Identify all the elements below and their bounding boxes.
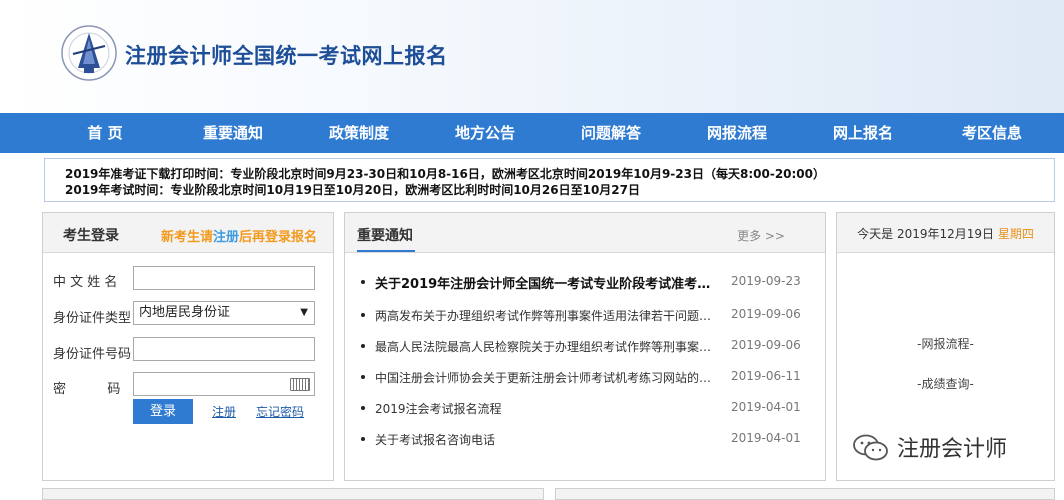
news-title-link[interactable]: 2019注会考试报名流程 <box>375 400 720 417</box>
password-label: 密 码 <box>53 382 121 397</box>
keyboard-icon[interactable] <box>290 378 310 391</box>
nav-item-policy[interactable]: 政策制度 <box>304 113 414 153</box>
notices-title: 重要通知 <box>357 228 413 244</box>
site-title: 注册会计师全国统一考试网上报名 <box>125 44 448 68</box>
password-input[interactable] <box>133 372 315 396</box>
bullet-icon <box>361 437 365 441</box>
login-panel: 考生登录 新考生请注册后再登录报名 中 文 姓 名 身份证件类型 内地居民身份证… <box>42 212 334 481</box>
news-date: 2019-09-23 <box>731 274 801 288</box>
news-title-link[interactable]: 最高人民法院最高人民检察院关于办理组织考试作弊等刑事案件适用法律若干问题的解释 <box>375 338 720 355</box>
nav-item-local-announcements[interactable]: 地方公告 <box>430 113 540 153</box>
login-hint-suffix: 后再登录报名 <box>239 230 318 245</box>
id-type-select[interactable]: 内地居民身份证 ▼ <box>133 301 315 325</box>
nav-item-online-registration[interactable]: 网上报名 <box>808 113 918 153</box>
notices-panel-header: 重要通知 更多 >> <box>345 213 825 253</box>
bullet-icon <box>361 375 365 379</box>
list-item: 最高人民法院最高人民检察院关于办理组织考试作弊等刑事案件适用法律若干问题的解释 … <box>359 336 809 356</box>
nav-item-home[interactable]: 首 页 <box>50 113 160 153</box>
wechat-icon <box>853 434 888 461</box>
page-header: 注册会计师全国统一考试网上报名 <box>0 0 1064 113</box>
name-label: 中 文 姓 名 <box>53 275 118 290</box>
bullet-icon <box>361 406 365 410</box>
bottom-panel-left <box>42 488 544 500</box>
login-hint: 新考生请注册后再登录报名 <box>161 226 317 245</box>
nav-item-faq[interactable]: 问题解答 <box>556 113 666 153</box>
news-date: 2019-06-11 <box>731 369 801 383</box>
side-link-registration-process[interactable]: -网报流程- <box>837 335 1054 352</box>
login-title: 考生登录 <box>63 228 119 244</box>
list-item: 关于考试报名咨询电话 2019-04-01 <box>359 429 809 449</box>
news-date: 2019-04-01 <box>731 431 801 445</box>
news-date: 2019-04-01 <box>731 400 801 414</box>
today-date: 今天是 2019年12月19日 星期四 <box>837 225 1054 242</box>
today-weekday: 星期四 <box>997 227 1034 241</box>
news-title-link[interactable]: 两高发布关于办理组织考试作弊等刑事案件适用法律若干问题的解释 <box>375 307 720 324</box>
list-item: 关于2019年注册会计师全国统一考试专业阶段考试准考证下载打印等事项的公告 20… <box>359 272 809 292</box>
login-hint-register-link[interactable]: 注册 <box>213 230 239 245</box>
watermark-text: 注册会计师 <box>897 437 1008 462</box>
cicpa-emblem-logo <box>60 24 118 82</box>
notice-line-admission: 2019年准考证下载打印时间：专业阶段北京时间9月23-30日和10月8-16日… <box>65 167 826 181</box>
login-button[interactable]: 登录 <box>133 399 193 424</box>
bottom-panel-right <box>555 488 1055 500</box>
news-date: 2019-09-06 <box>731 338 801 352</box>
dropdown-arrow-icon: ▼ <box>300 307 308 318</box>
bullet-icon <box>361 280 365 284</box>
notices-title-underline <box>357 250 415 252</box>
forgot-password-link[interactable]: 忘记密码 <box>256 403 304 420</box>
bullet-icon <box>361 313 365 317</box>
list-item: 2019注会考试报名流程 2019-04-01 <box>359 398 809 418</box>
news-title-link[interactable]: 中国注册会计师协会关于更新注册会计师考试机考练习网站的公告 <box>375 369 720 386</box>
notice-line-exam-time: 2019年考试时间：专业阶段北京时间10月19日至10月20日，欧洲考区比利时时… <box>65 183 640 197</box>
id-number-input[interactable] <box>133 337 315 361</box>
nav-item-notices[interactable]: 重要通知 <box>178 113 288 153</box>
name-input[interactable] <box>133 266 315 290</box>
login-hint-prefix: 新考生请 <box>161 230 214 245</box>
login-panel-header: 考生登录 新考生请注册后再登录报名 <box>43 213 333 253</box>
list-item: 中国注册会计师协会关于更新注册会计师考试机考练习网站的公告 2019-06-11 <box>359 367 809 387</box>
notices-more-link[interactable]: 更多 >> <box>737 227 785 244</box>
exam-notice-box: 2019年准考证下载打印时间：专业阶段北京时间9月23-30日和10月8-16日… <box>44 158 1055 202</box>
id-type-selected-value: 内地居民身份证 <box>139 305 231 320</box>
today-panel-header: 今天是 2019年12月19日 星期四 <box>837 213 1054 253</box>
nav-item-exam-area-info[interactable]: 考区信息 <box>937 113 1047 153</box>
news-title-link[interactable]: 关于2019年注册会计师全国统一考试专业阶段考试准考证下载打印等事项的公告 <box>375 273 720 292</box>
news-date: 2019-09-06 <box>731 307 801 321</box>
nav-item-registration-process[interactable]: 网报流程 <box>682 113 792 153</box>
notices-panel: 重要通知 更多 >> 关于2019年注册会计师全国统一考试专业阶段考试准考证下载… <box>344 212 826 481</box>
id-number-label: 身份证件号码 <box>53 347 132 362</box>
register-link[interactable]: 注册 <box>212 403 236 420</box>
main-nav: 首 页 重要通知 政策制度 地方公告 问题解答 网报流程 网上报名 考区信息 <box>0 113 1064 153</box>
news-title-link[interactable]: 关于考试报名咨询电话 <box>375 431 720 448</box>
bullet-icon <box>361 344 365 348</box>
side-link-score-query[interactable]: -成绩查询- <box>837 375 1054 392</box>
list-item: 两高发布关于办理组织考试作弊等刑事案件适用法律若干问题的解释 2019-09-0… <box>359 305 809 325</box>
today-date-text: 今天是 2019年12月19日 <box>857 227 995 241</box>
id-type-label: 身份证件类型 <box>53 311 132 326</box>
wechat-watermark: 注册会计师 <box>853 428 1043 466</box>
